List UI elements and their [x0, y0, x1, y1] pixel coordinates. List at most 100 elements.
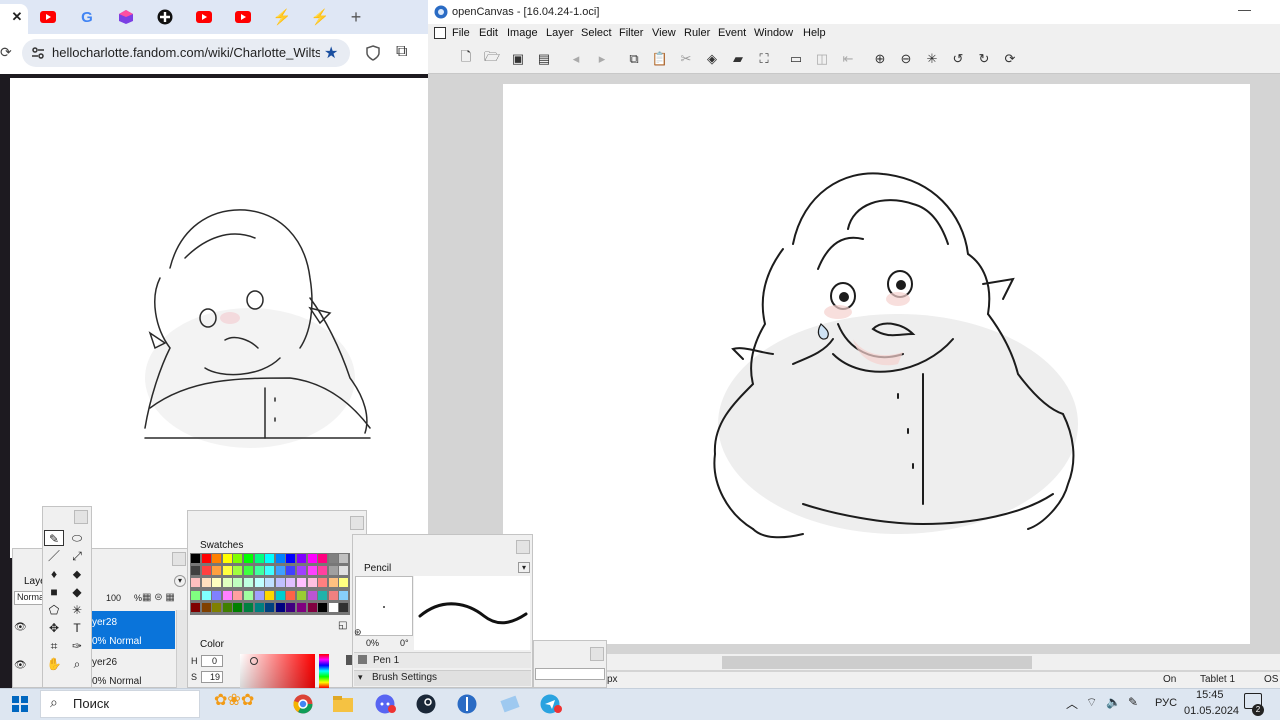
color-swatch[interactable]	[275, 578, 285, 588]
pencil-panel-close-button[interactable]	[516, 540, 530, 554]
color-swatch[interactable]	[307, 602, 317, 612]
zoom-in-icon[interactable]: ⊕	[869, 48, 891, 70]
fill-tool-icon[interactable]: ♦	[44, 566, 64, 582]
menu-help[interactable]: Help	[803, 27, 826, 39]
color-swatch[interactable]	[244, 602, 253, 612]
pen-icon[interactable]: ✎	[1128, 695, 1138, 709]
eyedropper-tool-icon[interactable]: ✑	[67, 638, 87, 654]
document-icon[interactable]	[434, 27, 446, 39]
color-swatch[interactable]	[233, 590, 243, 600]
chevron-down-icon[interactable]: ▾	[358, 672, 363, 683]
navigator-panel-close-button[interactable]	[590, 647, 604, 661]
telegram-icon[interactable]	[537, 692, 565, 716]
color-tab[interactable]: Color	[200, 639, 224, 650]
color-swatch[interactable]	[307, 566, 317, 576]
color-swatch[interactable]	[339, 566, 349, 576]
color-swatch[interactable]	[297, 602, 306, 612]
color-swatch[interactable]	[297, 566, 306, 576]
visibility-eye-icon[interactable]: 👁	[14, 660, 27, 671]
layers-scrollbar[interactable]	[176, 610, 187, 688]
chrome-icon[interactable]	[289, 692, 317, 716]
brush-name[interactable]: Pen 1	[373, 655, 399, 666]
clock-time[interactable]: 15:45	[1196, 689, 1224, 701]
brush-link-icon[interactable]: ⊛	[354, 627, 362, 638]
blend-mode-select[interactable]: Norma	[14, 591, 44, 605]
fit-icon[interactable]: ✳	[921, 48, 943, 70]
next-icon[interactable]: ▸	[591, 48, 613, 70]
color-swatch[interactable]	[275, 590, 285, 600]
color-swatch[interactable]	[254, 578, 264, 588]
color-swatch[interactable]	[254, 602, 264, 612]
color-swatch[interactable]	[297, 578, 306, 588]
color-swatch[interactable]	[191, 602, 200, 612]
rotate-reset-icon[interactable]: ⟳	[999, 48, 1021, 70]
color-swatch[interactable]	[328, 566, 338, 576]
wifi-icon[interactable]: ⌔	[1086, 695, 1097, 710]
close-icon[interactable]: ✕	[2, 6, 32, 28]
layer-tools-icon[interactable]: ▦ ⊜ ▦	[142, 592, 175, 603]
color-swatch[interactable]	[212, 602, 222, 612]
color-swatch[interactable]	[191, 590, 200, 600]
transform-icon[interactable]: ⛶	[753, 48, 775, 70]
menu-view[interactable]: View	[652, 27, 676, 39]
swatches-tab[interactable]: Swatches	[200, 540, 243, 551]
menu-ruler[interactable]: Ruler	[684, 27, 710, 39]
color-swatch[interactable]	[212, 590, 222, 600]
color-swatch[interactable]	[222, 590, 232, 600]
eraser-tool-icon[interactable]: ⬭	[67, 530, 87, 546]
menu-window[interactable]: Window	[754, 27, 793, 39]
color-swatch[interactable]	[318, 566, 328, 576]
pencil-tool-icon[interactable]: ✎	[44, 530, 64, 546]
save-icon[interactable]: ▣	[507, 48, 529, 70]
cut-icon[interactable]: ✂	[675, 48, 697, 70]
color-swatch[interactable]	[339, 578, 349, 588]
color-swatch[interactable]	[328, 578, 338, 588]
chevron-up-icon[interactable]: ︿	[1066, 695, 1078, 712]
lasso-tool-icon[interactable]: ⬠	[44, 602, 64, 618]
cube-extension-icon[interactable]	[111, 6, 141, 28]
rotate-right-icon[interactable]: ↻	[973, 48, 995, 70]
flowers-widget-icon[interactable]: ✿❀✿	[214, 690, 254, 710]
color-swatch[interactable]	[328, 590, 338, 600]
new-file-icon[interactable]: 🗋	[455, 48, 477, 70]
hue-slider[interactable]	[319, 654, 329, 688]
move-tool-icon[interactable]: ✥	[44, 620, 64, 636]
plus-circle-icon[interactable]	[150, 6, 180, 28]
clock-date[interactable]: 01.05.2024	[1184, 705, 1239, 717]
stamp-icon[interactable]: ◈	[701, 48, 723, 70]
color-swatch[interactable]	[254, 554, 264, 563]
menu-layer[interactable]: Layer	[546, 27, 574, 39]
color-swatch[interactable]	[233, 602, 243, 612]
blur-tool-icon[interactable]: ⬥	[67, 566, 87, 582]
color-swatch[interactable]	[244, 554, 253, 563]
google-icon[interactable]: G	[72, 6, 102, 28]
layers-menu-icon[interactable]: ▾	[174, 575, 186, 587]
color-swatch[interactable]	[286, 602, 296, 612]
scrollbar-thumb[interactable]	[722, 656, 1032, 669]
color-swatch[interactable]	[286, 554, 296, 563]
lightning-icon[interactable]: ⚡	[267, 6, 297, 28]
new-swatch-icon[interactable]: ◱	[338, 620, 347, 631]
open-file-icon[interactable]: 🗁	[481, 48, 503, 70]
color-swatch[interactable]	[233, 578, 243, 588]
color-swatch[interactable]	[265, 554, 275, 563]
color-swatch[interactable]	[307, 554, 317, 563]
color-swatch[interactable]	[254, 566, 264, 576]
color-picker-area[interactable]	[240, 654, 315, 688]
color-swatch[interactable]	[297, 554, 306, 563]
save-all-icon[interactable]: ▤	[533, 48, 555, 70]
paste-icon[interactable]: 📋	[649, 48, 671, 70]
color-swatch[interactable]	[233, 554, 243, 563]
drawing-app-icon[interactable]	[496, 692, 524, 716]
layers-panel-close-button[interactable]	[172, 552, 186, 566]
deselect-icon[interactable]: ⇤	[837, 48, 859, 70]
opencanvas-icon[interactable]	[453, 692, 481, 716]
menu-image[interactable]: Image	[507, 27, 538, 39]
youtube-icon[interactable]	[228, 6, 258, 28]
color-swatch[interactable]	[191, 554, 200, 563]
color-swatch[interactable]	[233, 566, 243, 576]
bookmark-star-icon[interactable]: ★	[324, 43, 338, 63]
volume-icon[interactable]: 🔈	[1106, 695, 1121, 709]
menu-file[interactable]: File	[452, 27, 470, 39]
airbrush-tool-icon[interactable]: ⤢	[67, 548, 87, 564]
